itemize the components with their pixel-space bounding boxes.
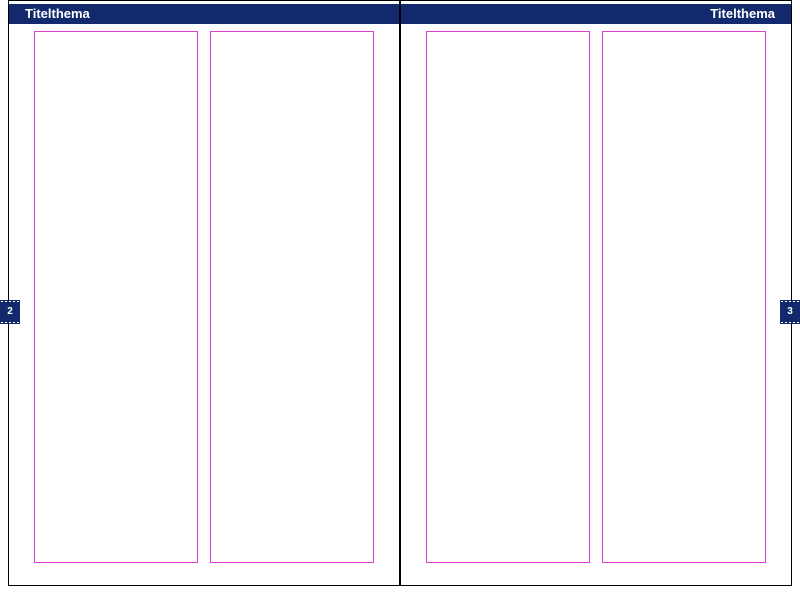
header-title-right: Titelthema xyxy=(710,6,775,21)
document-spread: Titelthema Titelthema xyxy=(8,0,792,586)
page-number-tab-left: 2 xyxy=(0,302,20,322)
page-header-right: Titelthema xyxy=(401,4,791,24)
column-frame[interactable] xyxy=(34,31,198,563)
page-number-left: 2 xyxy=(7,306,13,317)
column-frame[interactable] xyxy=(210,31,374,563)
page-left: Titelthema xyxy=(8,0,400,586)
text-columns-right xyxy=(426,31,766,563)
page-number-tab-right: 3 xyxy=(780,302,800,322)
text-columns-left xyxy=(34,31,374,563)
column-frame[interactable] xyxy=(426,31,590,563)
page-number-right: 3 xyxy=(787,306,793,317)
page-right: Titelthema xyxy=(400,0,792,586)
page-header-left: Titelthema xyxy=(9,4,399,24)
column-frame[interactable] xyxy=(602,31,766,563)
header-title-left: Titelthema xyxy=(25,6,90,21)
